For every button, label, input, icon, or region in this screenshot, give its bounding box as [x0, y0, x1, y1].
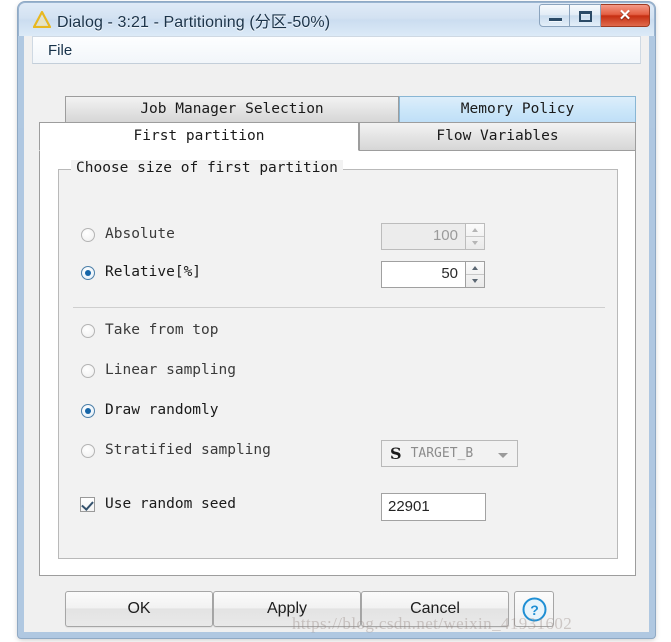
help-button[interactable]: ? — [514, 591, 554, 627]
tab-strip: Job Manager Selection Memory Policy Flow… — [39, 96, 636, 152]
stratified-column-dropdown[interactable]: S TARGET_B — [381, 440, 518, 467]
menu-bar: File — [32, 36, 641, 64]
row-draw-randomly: Draw randomly — [59, 398, 617, 428]
tab-flow-variables[interactable]: Flow Variables — [359, 122, 636, 151]
relative-value-input[interactable]: 50 — [381, 261, 465, 288]
radio-linear-sampling[interactable] — [81, 364, 95, 378]
dialog-window: Dialog - 3:21 - Partitioning (分区-50%) ✕ … — [18, 2, 655, 638]
random-seed-input[interactable]: 22901 — [381, 493, 486, 521]
apply-button[interactable]: Apply — [213, 591, 361, 627]
minimize-icon — [549, 18, 562, 21]
tab-job-manager-selection[interactable]: Job Manager Selection — [65, 96, 399, 123]
relative-spin-down-icon[interactable] — [466, 275, 484, 287]
absolute-spin-up-icon[interactable] — [466, 224, 484, 237]
maximize-button[interactable] — [570, 4, 601, 27]
row-absolute: Absolute 100 — [59, 222, 617, 252]
menu-item-file[interactable]: File — [43, 41, 77, 60]
row-take-from-top: Take from top — [59, 318, 617, 348]
tab-content-panel: Choose size of first partition Absolute … — [39, 151, 636, 576]
absolute-value-input[interactable]: 100 — [381, 223, 465, 250]
partition-size-group: Choose size of first partition Absolute … — [58, 160, 618, 559]
absolute-spin-arrows — [465, 223, 485, 250]
row-random-seed: Use random seed 22901 — [59, 492, 617, 522]
tab-first-partition[interactable]: First partition — [39, 122, 359, 151]
label-linear-sampling: Linear sampling — [105, 362, 236, 378]
label-absolute: Absolute — [105, 226, 175, 242]
triangle-warning-icon — [33, 11, 51, 28]
chevron-down-icon — [498, 453, 508, 458]
title-bar[interactable]: Dialog - 3:21 - Partitioning (分区-50%) ✕ — [18, 2, 655, 36]
radio-relative[interactable] — [81, 266, 95, 280]
label-relative: Relative[%] — [105, 264, 202, 280]
row-stratified-sampling: Stratified sampling S TARGET_B — [59, 438, 617, 468]
cancel-button[interactable]: Cancel — [361, 591, 509, 627]
window-title: Dialog - 3:21 - Partitioning (分区-50%) — [57, 14, 331, 31]
spinner-absolute: 100 — [381, 223, 485, 250]
close-button[interactable]: ✕ — [601, 4, 650, 27]
radio-draw-randomly[interactable] — [81, 404, 95, 418]
label-stratified-sampling: Stratified sampling — [105, 442, 271, 458]
window-controls: ✕ — [539, 4, 650, 27]
close-icon: ✕ — [618, 7, 632, 24]
maximize-icon — [579, 11, 592, 22]
radio-take-from-top[interactable] — [81, 324, 95, 338]
section-divider — [73, 307, 605, 308]
group-title: Choose size of first partition — [71, 160, 343, 176]
string-type-icon: S — [390, 444, 402, 463]
svg-text:?: ? — [530, 602, 539, 618]
minimize-button[interactable] — [539, 4, 570, 27]
checkbox-use-random-seed[interactable] — [80, 497, 95, 512]
label-use-random-seed: Use random seed — [105, 496, 236, 512]
radio-absolute[interactable] — [81, 228, 95, 242]
spinner-relative: 50 — [381, 261, 485, 288]
row-linear-sampling: Linear sampling — [59, 358, 617, 388]
dialog-button-bar: OK Apply Cancel ? — [24, 591, 649, 636]
stratified-column-value: TARGET_B — [410, 446, 474, 461]
tab-memory-policy[interactable]: Memory Policy — [399, 96, 636, 123]
radio-stratified-sampling[interactable] — [81, 444, 95, 458]
help-circle-icon: ? — [522, 597, 547, 622]
client-area: File Job Manager Selection Memory Policy… — [24, 36, 649, 632]
ok-button[interactable]: OK — [65, 591, 213, 627]
row-relative: Relative[%] 50 — [59, 260, 617, 290]
relative-spin-arrows — [465, 261, 485, 288]
relative-spin-up-icon[interactable] — [466, 262, 484, 275]
absolute-spin-down-icon[interactable] — [466, 237, 484, 249]
label-draw-randomly: Draw randomly — [105, 402, 219, 418]
label-take-from-top: Take from top — [105, 322, 219, 338]
